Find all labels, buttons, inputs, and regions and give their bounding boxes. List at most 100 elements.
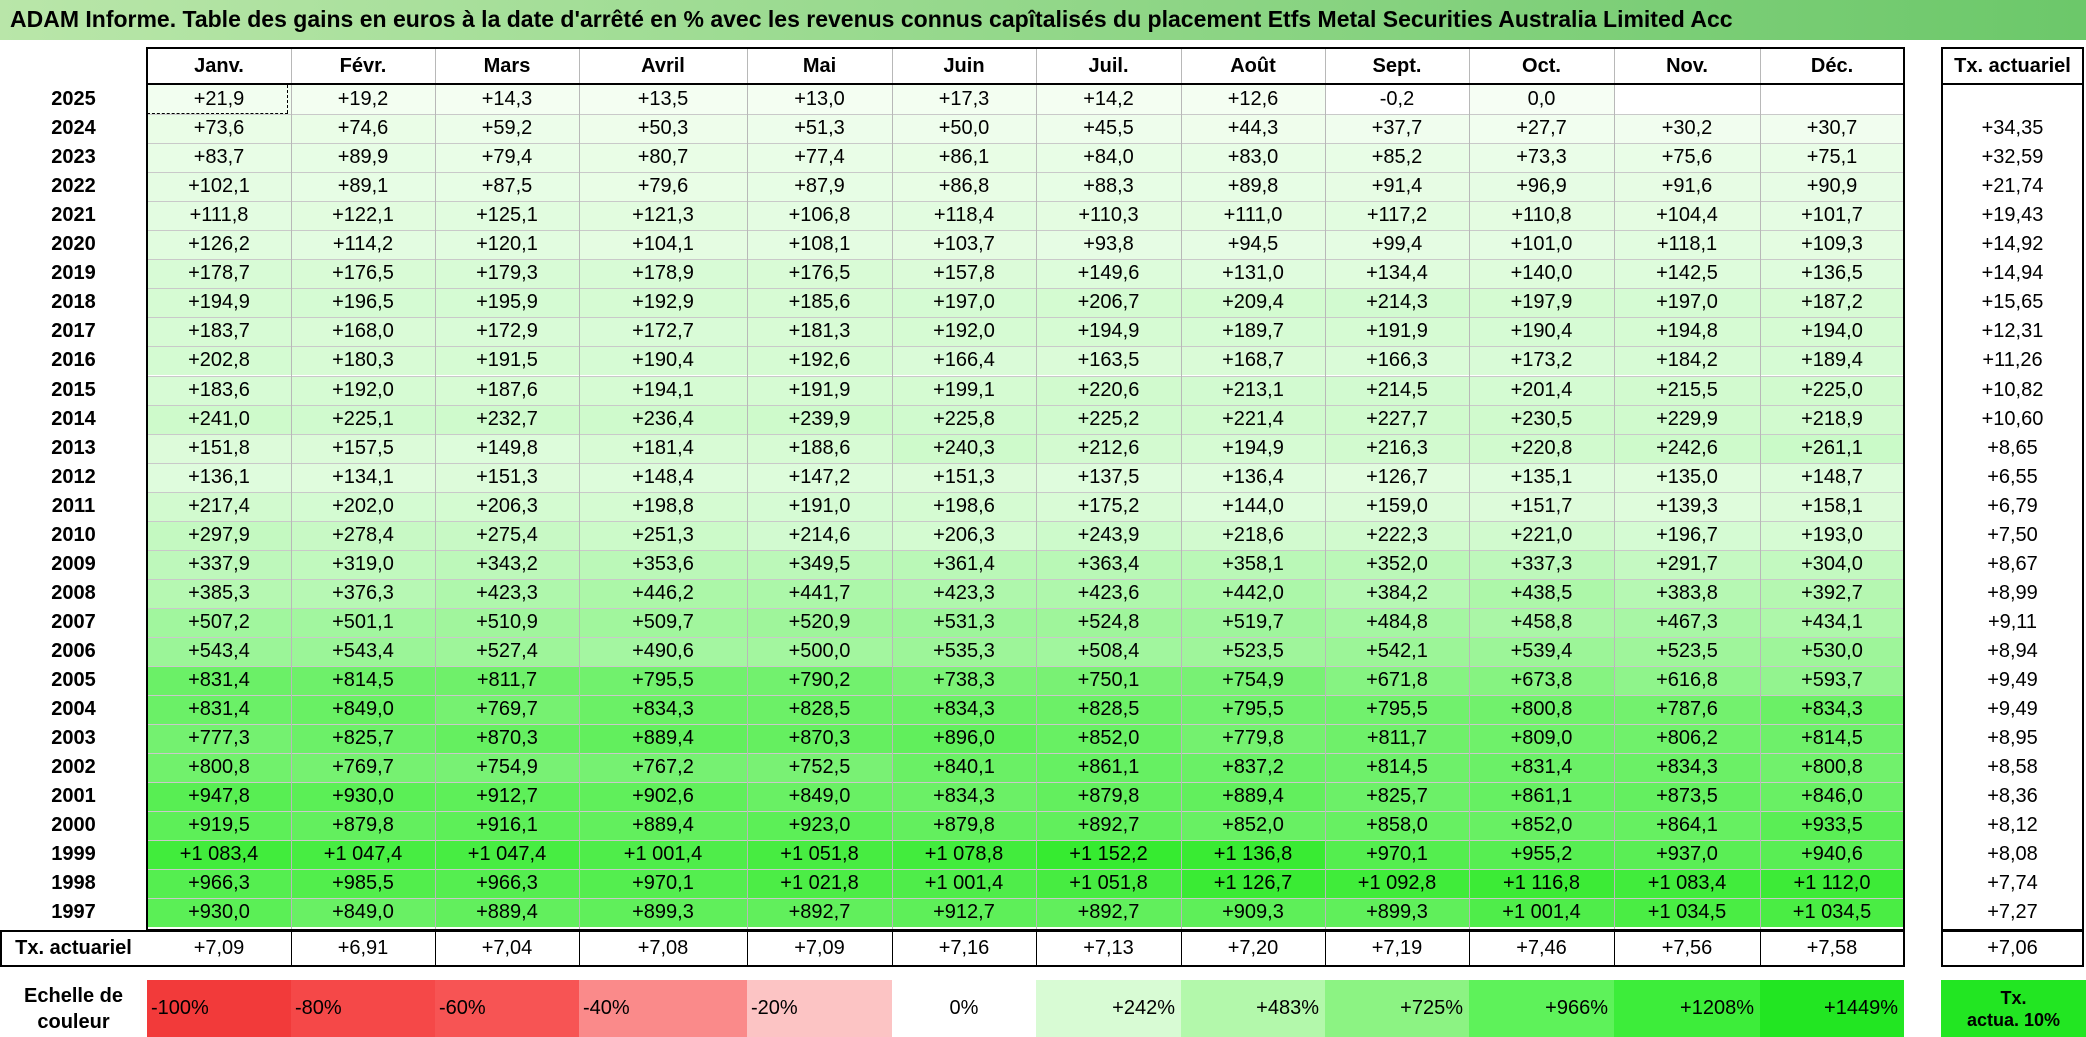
table-cell: +361,4 (892, 549, 1036, 579)
footer-value: +7,04 (481, 937, 533, 959)
table-cell: +86,8 (892, 172, 1036, 202)
year-label: 2004 (51, 698, 96, 721)
tx-actuariel-value: +8,95 (1987, 727, 2038, 750)
table-cell: +275,4 (435, 520, 579, 550)
table-cell: +527,4 (435, 636, 579, 666)
year-label: 2015 (51, 378, 96, 401)
table-cell: +243,9 (1036, 520, 1181, 550)
table-cell: +134,1 (291, 462, 435, 492)
table-cell: +157,8 (892, 259, 1036, 289)
table-cell: +109,3 (1760, 230, 1904, 260)
tx-actuariel-value: +8,65 (1987, 436, 2038, 459)
tx-actuariel-value: +8,12 (1987, 814, 2038, 837)
table-cell: +121,3 (579, 201, 747, 231)
table-cell: +852,0 (1181, 811, 1325, 841)
table-cell: +89,8 (1181, 172, 1325, 202)
table-cell: +91,6 (1614, 172, 1760, 202)
table-cell: +230,5 (1469, 404, 1614, 434)
year-label: 2025 (51, 88, 96, 111)
table-cell: +278,4 (291, 520, 435, 550)
table-cell: +104,4 (1614, 201, 1760, 231)
table-cell: +1 136,8 (1181, 840, 1325, 870)
table-cell: +543,4 (147, 636, 291, 666)
tx-actuariel-value: +9,49 (1987, 669, 2038, 692)
table-cell: +122,1 (291, 201, 435, 231)
table-cell: +1 047,4 (291, 840, 435, 870)
tx-actuariel-value: +8,67 (1987, 552, 2038, 575)
table-cell: +192,9 (579, 288, 747, 318)
table-cell: +879,8 (291, 811, 435, 841)
table-cell: +12,6 (1181, 85, 1325, 115)
table-cell: +158,1 (1760, 491, 1904, 521)
table-cell: +1 021,8 (747, 869, 892, 899)
table-cell: +189,4 (1760, 346, 1904, 376)
table-cell: +319,0 (291, 549, 435, 579)
table-cell: +930,0 (147, 898, 291, 928)
table-cell: +811,7 (1325, 724, 1469, 754)
year-label: 2013 (51, 436, 96, 459)
table-cell: +376,3 (291, 578, 435, 608)
tx-actuariel-value (1941, 85, 2084, 114)
table-cell: +198,6 (892, 491, 1036, 521)
table-cell: +222,3 (1325, 520, 1469, 550)
table-cell: +45,5 (1036, 114, 1181, 144)
table-cell: +80,7 (579, 143, 747, 173)
table-cell: +800,8 (147, 753, 291, 783)
table-cell: +899,3 (579, 898, 747, 928)
table-cell: +834,3 (1614, 753, 1760, 783)
table-cell: +188,6 (747, 433, 892, 463)
table-cell: +966,3 (435, 869, 579, 899)
table-cell: +933,5 (1760, 811, 1904, 841)
table-cell: +754,9 (435, 753, 579, 783)
table-cell: +88,3 (1036, 172, 1181, 202)
table-cell: +861,1 (1469, 782, 1614, 812)
table-cell: +201,4 (1469, 375, 1614, 405)
table-cell: +241,0 (147, 404, 291, 434)
table-cell: +919,5 (147, 811, 291, 841)
table-cell: +120,1 (435, 230, 579, 260)
tx-actuariel-value: +12,31 (1981, 320, 2044, 343)
table-cell: +508,4 (1036, 636, 1181, 666)
table-cell: +849,0 (747, 782, 892, 812)
footer-tx-value: +7,06 (1987, 937, 2038, 959)
table-cell: +1 047,4 (435, 840, 579, 870)
table-cell: +221,4 (1181, 404, 1325, 434)
table-cell: +178,7 (147, 259, 291, 289)
year-label: 2003 (51, 727, 96, 750)
table-cell: +101,7 (1760, 201, 1904, 231)
footer-value: +7,20 (1227, 937, 1279, 959)
table-cell: +849,0 (291, 695, 435, 725)
tx-actuariel-value: +10,82 (1981, 378, 2044, 401)
table-cell: +947,8 (147, 782, 291, 812)
table-cell: +800,8 (1469, 695, 1614, 725)
table-cell: +834,3 (892, 782, 1036, 812)
table-cell: +467,3 (1614, 607, 1760, 637)
year-label: 2005 (51, 669, 96, 692)
color-scale-step: +1208% (1614, 980, 1760, 1037)
table-cell: +172,9 (435, 317, 579, 347)
table-cell: +181,4 (579, 433, 747, 463)
table-cell: +149,6 (1036, 259, 1181, 289)
table-cell: +861,1 (1036, 753, 1181, 783)
year-label: 2022 (51, 175, 96, 198)
table-cell: +220,8 (1469, 433, 1614, 463)
table-cell: +879,8 (892, 811, 1036, 841)
table-cell: +180,3 (291, 346, 435, 376)
table-cell: +870,3 (435, 724, 579, 754)
table-cell: +27,7 (1469, 114, 1614, 144)
table-cell: +136,1 (147, 462, 291, 492)
table-cell: +151,7 (1469, 491, 1614, 521)
table-cell: +136,4 (1181, 462, 1325, 492)
table-cell: +37,7 (1325, 114, 1469, 144)
color-scale-step: +483% (1181, 980, 1325, 1037)
table-cell: +232,7 (435, 404, 579, 434)
table-cell: +194,1 (579, 375, 747, 405)
table-cell: +852,0 (1036, 724, 1181, 754)
table-cell: +304,0 (1760, 549, 1904, 579)
table-cell: +111,0 (1181, 201, 1325, 231)
month-header: Févr. (339, 54, 387, 77)
table-cell: +1 152,2 (1036, 840, 1181, 870)
table-cell: +183,7 (147, 317, 291, 347)
table-cell: +889,4 (1181, 782, 1325, 812)
tx-actuariel-value: +11,26 (1982, 349, 2043, 372)
